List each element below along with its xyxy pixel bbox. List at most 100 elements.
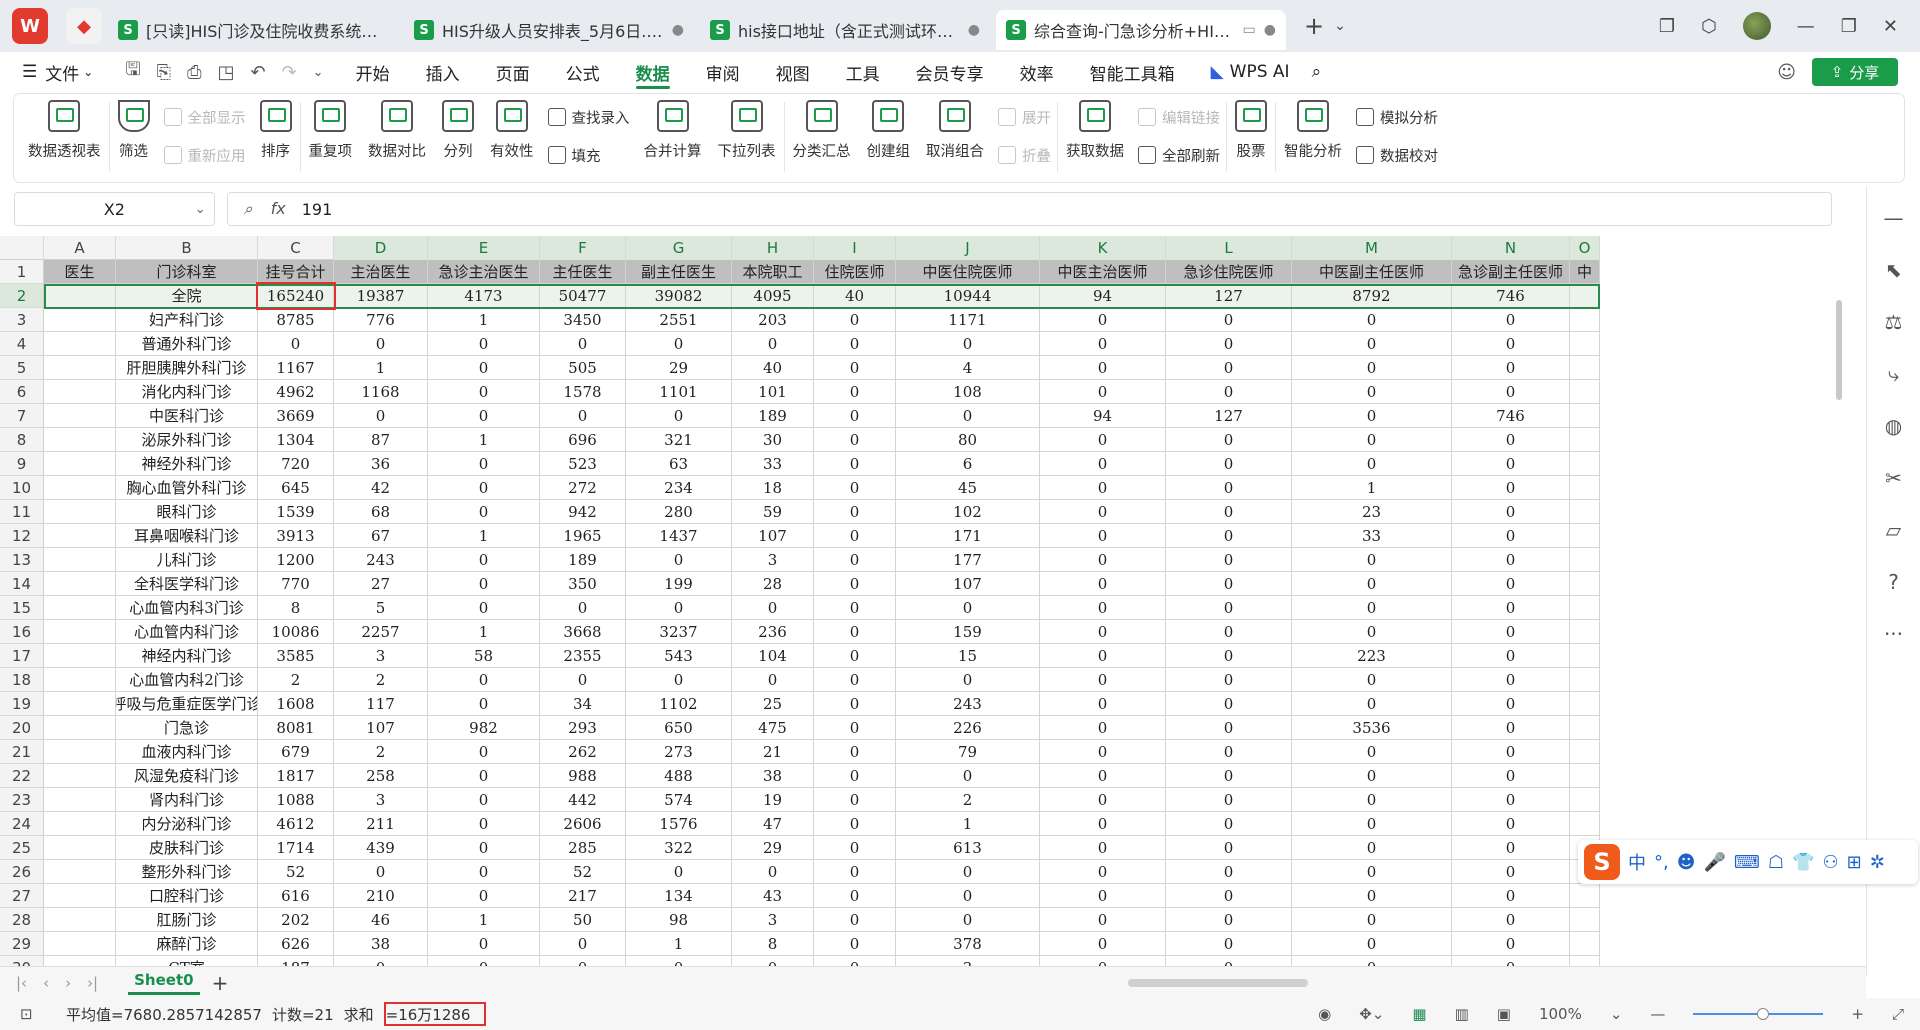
- menu-item[interactable]: 视图: [758, 52, 828, 92]
- table-cell[interactable]: [44, 500, 116, 524]
- zoom-dropdown-icon[interactable]: ⌄: [1610, 1005, 1623, 1023]
- table-row[interactable]: 门急诊 8081 107 982 293 650 475 0 226 0 0 3536 0: [44, 716, 1600, 740]
- close-icon[interactable]: ●: [672, 22, 684, 38]
- row-header[interactable]: 23: [0, 788, 44, 812]
- table-cell[interactable]: 0: [814, 740, 896, 764]
- table-cell[interactable]: 4095: [732, 284, 814, 308]
- help-icon[interactable]: ?: [1888, 570, 1899, 594]
- row-header[interactable]: 29: [0, 932, 44, 956]
- table-cell[interactable]: 101: [732, 380, 814, 404]
- table-cell[interactable]: 3: [732, 548, 814, 572]
- table-cell[interactable]: 262: [540, 740, 626, 764]
- table-cell[interactable]: 2606: [540, 812, 626, 836]
- row-header[interactable]: 21: [0, 740, 44, 764]
- table-cell[interactable]: 211: [334, 812, 428, 836]
- table-cell[interactable]: 0: [1166, 572, 1292, 596]
- table-cell[interactable]: 68: [334, 500, 428, 524]
- table-cell[interactable]: 127: [1166, 404, 1292, 428]
- table-cell[interactable]: 耳鼻咽喉科门诊: [116, 524, 258, 548]
- settings-icon[interactable]: ✲: [1870, 852, 1885, 873]
- table-cell[interactable]: [1570, 380, 1600, 404]
- table-cell[interactable]: [44, 716, 116, 740]
- table-cell[interactable]: 儿科门诊: [116, 548, 258, 572]
- sort-button[interactable]: 排序: [252, 100, 300, 161]
- table-cell[interactable]: 626: [258, 932, 334, 956]
- table-cell[interactable]: 3668: [540, 620, 626, 644]
- table-cell[interactable]: 442: [540, 788, 626, 812]
- table-cell[interactable]: 1: [334, 356, 428, 380]
- table-cell[interactable]: 8: [258, 596, 334, 620]
- table-cell[interactable]: [44, 692, 116, 716]
- normal-view-icon[interactable]: ▦: [1412, 1005, 1426, 1023]
- ime-lang-toggle[interactable]: 中: [1628, 849, 1646, 875]
- table-cell[interactable]: 258: [334, 764, 428, 788]
- table-cell[interactable]: 0: [1292, 764, 1452, 788]
- table-cell[interactable]: 1: [428, 620, 540, 644]
- table-cell[interactable]: 0: [814, 308, 896, 332]
- print-icon[interactable]: ⎙: [187, 62, 201, 83]
- table-cell[interactable]: 0: [334, 404, 428, 428]
- table-cell[interactable]: 210: [334, 884, 428, 908]
- table-cell[interactable]: 1576: [626, 812, 732, 836]
- column-header[interactable]: D: [334, 236, 428, 260]
- table-cell[interactable]: 0: [1166, 884, 1292, 908]
- table-cell[interactable]: 0: [1040, 356, 1166, 380]
- table-cell[interactable]: 风湿免疫科门诊: [116, 764, 258, 788]
- table-cell[interactable]: [1570, 620, 1600, 644]
- close-window-icon[interactable]: ✕: [1883, 16, 1898, 37]
- table-cell[interactable]: [44, 356, 116, 380]
- table-cell[interactable]: [44, 404, 116, 428]
- table-cell[interactable]: 心血管内科3门诊: [116, 596, 258, 620]
- row-header[interactable]: 27: [0, 884, 44, 908]
- minimize-icon[interactable]: —: [1797, 16, 1815, 37]
- stocks-button[interactable]: 股票: [1227, 100, 1275, 161]
- row-header[interactable]: 9: [0, 452, 44, 476]
- table-cell[interactable]: 45: [896, 476, 1040, 500]
- table-row[interactable]: 胸心血管外科门诊 645 42 0 272 234 18 0 45 0 0 1 0: [44, 476, 1600, 500]
- pdf-app-icon[interactable]: ◆: [66, 8, 102, 44]
- table-cell[interactable]: 36: [334, 452, 428, 476]
- table-cell[interactable]: [44, 812, 116, 836]
- table-cell[interactable]: [44, 908, 116, 932]
- table-cell[interactable]: 0: [540, 404, 626, 428]
- table-row[interactable]: 麻醉门诊 626 38 0 0 1 8 0 378 0 0 0 0: [44, 932, 1600, 956]
- table-cell[interactable]: 0: [814, 908, 896, 932]
- table-cell[interactable]: 202: [258, 908, 334, 932]
- table-cell[interactable]: 0: [896, 596, 1040, 620]
- table-cell[interactable]: 2551: [626, 308, 732, 332]
- table-cell[interactable]: [1570, 308, 1600, 332]
- table-cell[interactable]: 0: [540, 332, 626, 356]
- table-cell[interactable]: 0: [1040, 932, 1166, 956]
- share-button[interactable]: ⇪ 分享: [1812, 58, 1898, 86]
- menu-item[interactable]: 数据: [618, 52, 688, 92]
- new-tab-icon[interactable]: +: [1304, 12, 1324, 40]
- table-row[interactable]: 肛肠门诊 202 46 1 50 98 3 0 0 0 0 0 0: [44, 908, 1600, 932]
- simulate-analysis-button[interactable]: 模拟分析: [1356, 107, 1438, 128]
- table-cell[interactable]: 主治医生: [334, 260, 428, 284]
- table-cell[interactable]: 3913: [258, 524, 334, 548]
- table-cell[interactable]: 0: [428, 788, 540, 812]
- table-cell[interactable]: 0: [428, 764, 540, 788]
- table-cell[interactable]: 19: [732, 788, 814, 812]
- table-cell[interactable]: [1570, 788, 1600, 812]
- table-cell[interactable]: [44, 836, 116, 860]
- table-cell[interactable]: 770: [258, 572, 334, 596]
- table-cell[interactable]: [44, 332, 116, 356]
- table-cell[interactable]: 门急诊: [116, 716, 258, 740]
- table-cell[interactable]: 0: [428, 404, 540, 428]
- table-cell[interactable]: 0: [1166, 956, 1292, 966]
- table-cell[interactable]: 口腔科门诊: [116, 884, 258, 908]
- tab-menu-chevron-icon[interactable]: ⌄: [1334, 18, 1346, 34]
- table-cell[interactable]: 0: [814, 500, 896, 524]
- eye-protection-icon[interactable]: ◉: [1318, 1005, 1331, 1023]
- table-cell[interactable]: [1570, 356, 1600, 380]
- tab-his-interface[interactable]: Shis接口地址（含正式测试环境)(1).x ●: [700, 10, 990, 50]
- column-header[interactable]: F: [540, 236, 626, 260]
- refresh-all-button[interactable]: 全部刷新: [1138, 145, 1220, 166]
- table-cell[interactable]: 0: [1292, 620, 1452, 644]
- table-cell[interactable]: 0: [1452, 428, 1570, 452]
- table-row[interactable]: 内分泌科门诊 4612 211 0 2606 1576 47 0 1 0 0 0 0: [44, 812, 1600, 836]
- table-cell[interactable]: 0: [1166, 308, 1292, 332]
- table-cell[interactable]: 243: [896, 692, 1040, 716]
- table-cell[interactable]: 0: [1452, 596, 1570, 620]
